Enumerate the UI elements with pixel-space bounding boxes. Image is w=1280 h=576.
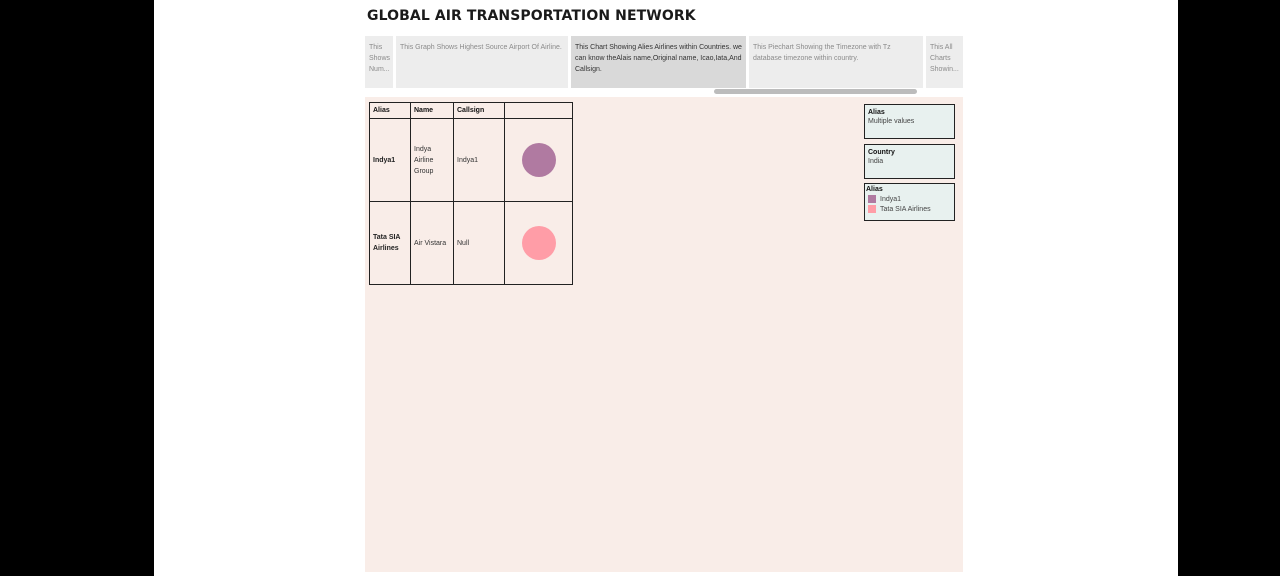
legend-swatch-indya1: [868, 195, 876, 203]
story-point-1[interactable]: This Shows Num...: [365, 36, 393, 88]
table-row[interactable]: Indya1 Indya Airline Group Indya1: [369, 118, 573, 202]
alias-cell: Indya1: [369, 118, 411, 202]
callsign-cell: Indya1: [453, 118, 505, 202]
dashboard-title: GLOBAL AIR TRANSPORTATION NETWORK: [367, 8, 696, 24]
name-cell: Air Vistara: [410, 201, 454, 285]
alias-cell: Tata SIA Airlines: [369, 201, 411, 285]
story-point-5[interactable]: This All Charts Showin...: [926, 36, 963, 88]
column-header-mark: [504, 102, 573, 119]
filter-value: India: [868, 158, 884, 165]
story-point-text: This Piechart Showing the Timezone with …: [753, 44, 891, 62]
story-point-text: This Shows Num...: [369, 44, 391, 73]
circle-mark-tata-sia[interactable]: [521, 226, 556, 260]
circle-mark-indya1[interactable]: [521, 143, 556, 177]
name-cell: Indya Airline Group: [410, 118, 454, 202]
alias-crosstab: Alias Name Callsign Indya1 Indya Airline…: [369, 102, 573, 285]
story-point-3[interactable]: This Chart Showing Alies Airlines within…: [571, 36, 746, 88]
column-header-callsign[interactable]: Callsign: [453, 102, 505, 119]
story-scrollbar[interactable]: [714, 89, 917, 94]
legend-label: Tata SIA Airlines: [880, 205, 931, 213]
tableau-page: GLOBAL AIR TRANSPORTATION NETWORK This S…: [154, 0, 1178, 576]
dashboard-canvas: Alias Name Callsign Indya1 Indya Airline…: [365, 97, 963, 572]
filter-label: Alias: [868, 109, 885, 116]
legend-item[interactable]: Tata SIA Airlines: [866, 205, 951, 213]
callsign-cell: Null: [453, 201, 505, 285]
table-row[interactable]: Tata SIA Airlines Air Vistara Null: [369, 201, 573, 285]
story-point-2[interactable]: This Graph Shows Highest Source Airport …: [396, 36, 568, 88]
column-header-alias[interactable]: Alias: [369, 102, 411, 119]
story-point-text: This Graph Shows Highest Source Airport …: [400, 44, 562, 51]
legend-title: Alias: [866, 186, 883, 193]
alias-filter[interactable]: Alias Multiple values: [864, 104, 955, 139]
mark-cell: [504, 118, 573, 202]
legend-swatch-tata-sia: [868, 205, 876, 213]
table-header-row: Alias Name Callsign: [369, 102, 573, 119]
story-point-4[interactable]: This Piechart Showing the Timezone with …: [749, 36, 923, 88]
legend-label: Indya1: [880, 195, 902, 203]
country-filter[interactable]: Country India: [864, 144, 955, 179]
filter-value: Multiple values: [868, 118, 915, 125]
mark-cell: [504, 201, 573, 285]
story-point-text: This All Charts Showin...: [930, 44, 959, 73]
legend-item[interactable]: Indya1: [866, 195, 951, 203]
filter-label: Country: [868, 149, 895, 156]
story-navigator: This Shows Num... This Graph Shows Highe…: [365, 36, 963, 88]
story-point-text: This Chart Showing Alies Airlines within…: [575, 44, 742, 73]
column-header-name[interactable]: Name: [410, 102, 454, 119]
alias-color-legend: Alias Indya1 Tata SIA Airlines: [864, 183, 955, 221]
